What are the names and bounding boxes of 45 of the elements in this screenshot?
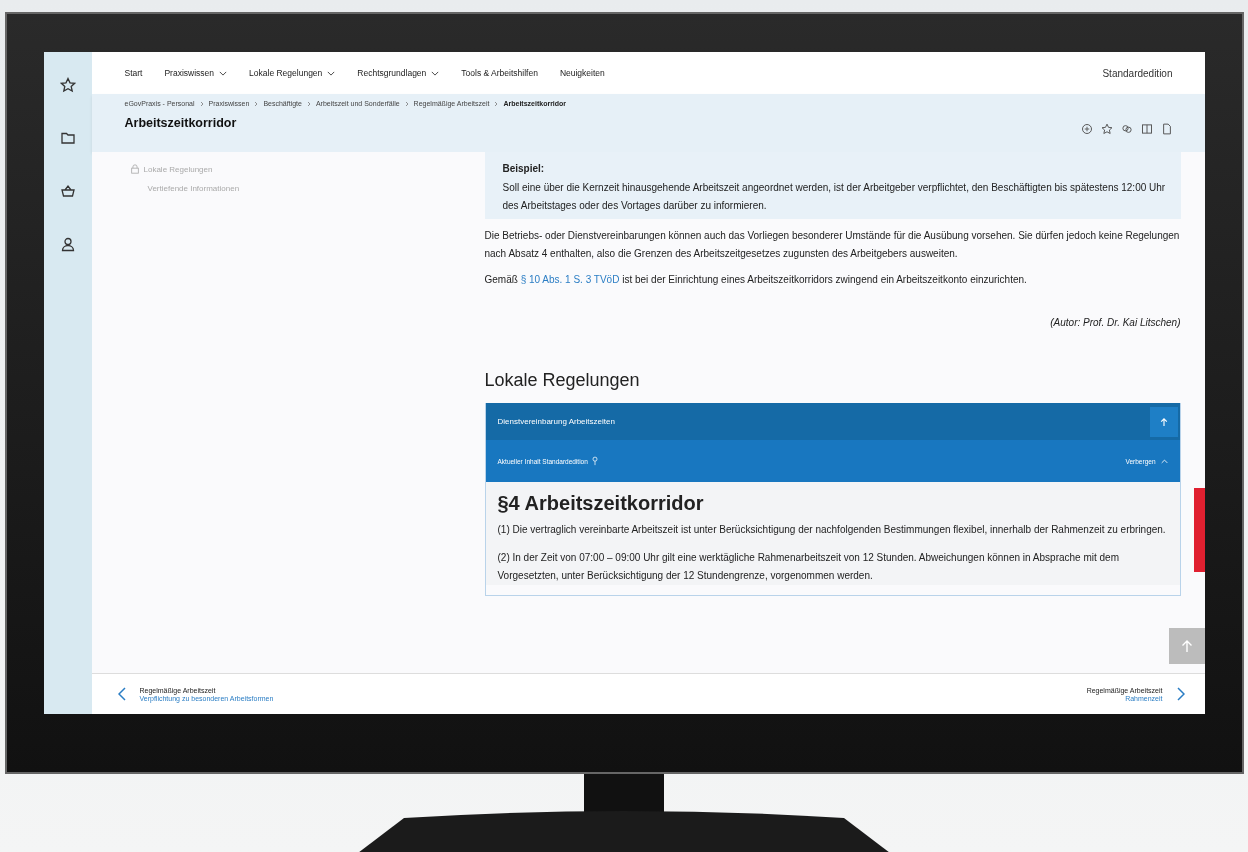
- person-icon[interactable]: [59, 236, 76, 252]
- chevron-down-icon: [327, 70, 336, 76]
- arrow-up-icon: [1159, 416, 1168, 427]
- section-heading: Lokale Regelungen: [484, 370, 641, 391]
- page-title: Arbeitszeitkorridor: [124, 116, 238, 130]
- document-icon[interactable]: [1160, 123, 1173, 135]
- columns-icon[interactable]: [1140, 123, 1153, 135]
- chevron-down-icon: [431, 70, 440, 76]
- edition-label: Standardedition: [1102, 67, 1173, 79]
- nav-link[interactable]: Rechtsgrundlagen: [357, 68, 440, 78]
- arrow-up-icon: [1180, 639, 1193, 653]
- author-note: (Autor: Prof. Dr. Kai Litschen): [1049, 317, 1181, 328]
- chevron-right-icon: [254, 100, 259, 107]
- nav-link[interactable]: Lokale Regelungen: [249, 68, 336, 78]
- chevron-right-icon: [199, 100, 204, 107]
- star-icon[interactable]: [59, 77, 76, 93]
- chevron-right-icon: [306, 100, 311, 107]
- panel-title: Dienstvereinbarung Arbeitszeiten: [497, 417, 616, 426]
- paragraph: Gemäß § 10 Abs. 1 S. 3 TVöD ist bei der Einrichtung eines Arbeitszeitkorridors zwingend ein Arbeitszeitkonto einzurichten.: [484, 273, 1028, 287]
- chevron-right-icon: [404, 100, 409, 107]
- chevron-down-icon: [219, 70, 228, 76]
- feedback-tab[interactable]: [1193, 488, 1205, 572]
- chevron-up-icon: [1160, 458, 1168, 464]
- pin-icon: [591, 456, 598, 466]
- basket-icon[interactable]: [59, 183, 76, 199]
- link-icon[interactable]: [1120, 123, 1133, 135]
- folder-icon[interactable]: [59, 130, 76, 146]
- star-icon[interactable]: [1100, 123, 1113, 135]
- paragraph: Die Betriebs- oder Dienstvereinbarungen können auch das Vorliegen besonderer Umstände für die Ausübung vorsehen. Sie dürfen jedoch keine Regelungen nach Absatz 4 enthalten, also die Grenzen des Arbeitszeitgesetzes zugunsten des Arbeitgebers ausweiten.: [484, 229, 1181, 261]
- lock-icon: [129, 164, 140, 174]
- nav-link[interactable]: Tools & Arbeitshilfen: [461, 68, 538, 78]
- article-title: §4 Arbeitszeitkorridor: [497, 492, 705, 515]
- example-title: Beispiel:: [502, 163, 546, 174]
- nav-link[interactable]: Start: [124, 68, 143, 78]
- nav-link[interactable]: Praxiswissen: [164, 68, 228, 78]
- nav-link[interactable]: Neuigkeiten: [559, 68, 605, 78]
- article-paragraph: (2) In der Zeit von 07:00 – 09:00 Uhr gilt eine werktägliche Rahmenarbeitszeit von 12 Stunden. Abweichungen können in Absprache mit dem Vorgesetzten, unter Berücksichtigung der 12 Stundengrenze, vorgenommen werden.: [497, 551, 1120, 583]
- chevron-left-icon[interactable]: [117, 687, 126, 701]
- article-paragraph: (1) Die vertraglich vereinbarte Arbeitszeit ist unter Berücksichtigung der nachfolgenden Bestimmungen flexibel, innerhalb der Rahmenzeit zu erbringen.: [497, 523, 1167, 537]
- example-text: Soll eine über die Kernzeit hinausgehende Arbeitszeit angeordnet werden, ist der Arbeitgeber verpflichtet, den Beschäftigten bis spätestens 12:00 Uhr des Arbeitstages oder des Vortages darüber zu informieren.: [502, 181, 1167, 213]
- law-link[interactable]: § 10 Abs. 1 S. 3 TVöD: [520, 274, 620, 285]
- chevron-right-icon: [494, 100, 499, 107]
- panel-header[interactable]: Dienstvereinbarung Arbeitszeiten: [485, 403, 1180, 440]
- arrow-up-button[interactable]: [1149, 406, 1178, 437]
- chevron-right-icon[interactable]: [1176, 687, 1185, 701]
